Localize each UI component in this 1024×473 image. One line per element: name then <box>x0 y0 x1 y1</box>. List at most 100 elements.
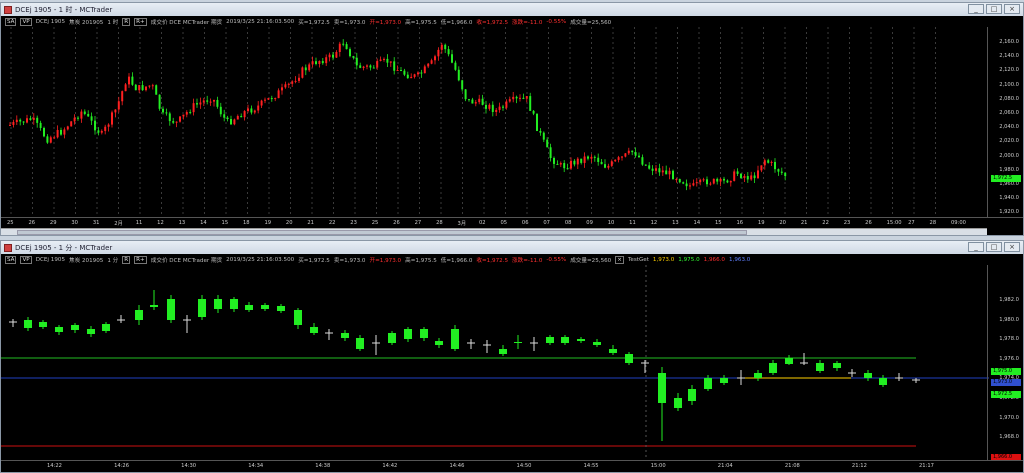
bottom-candle-body <box>198 299 206 317</box>
top-candle-body <box>532 110 535 114</box>
top-candle-body <box>661 170 664 173</box>
bottom-x-tick: 14:30 <box>181 463 197 469</box>
top-candle-body <box>763 160 766 166</box>
top-candle-body <box>461 80 464 90</box>
top-candle-body <box>29 118 32 120</box>
top-candle-body <box>420 72 423 74</box>
bottom-y-tick: 1,976.0 <box>999 355 1019 362</box>
top-candle-body <box>536 113 538 131</box>
period-label: 1 时 <box>107 19 119 26</box>
rplus-button[interactable]: R+ <box>134 17 147 26</box>
top-candle-body <box>148 85 151 87</box>
top-candle-body <box>257 105 260 111</box>
top-candle-body <box>325 57 328 64</box>
top-x-tick: 14 <box>200 220 207 226</box>
bottom-price-axis[interactable]: 1,982.01,980.01,978.01,976.01,974.01,972… <box>987 265 1023 461</box>
top-scrollbar[interactable] <box>1 228 987 235</box>
top-candle-body <box>430 60 433 64</box>
bottom-candle-body <box>833 363 841 368</box>
top-candle-body <box>617 157 620 160</box>
vp-tag[interactable]: VP <box>20 255 32 264</box>
bottom-candles[interactable] <box>1 265 989 460</box>
bottom-x-tick: 14:42 <box>382 463 398 469</box>
top-candles[interactable] <box>1 27 989 217</box>
scrollbar-thumb[interactable] <box>17 230 747 235</box>
top-candle-body <box>641 157 644 165</box>
maximize-button[interactable]: □ <box>986 242 1002 252</box>
top-candle-body <box>644 164 647 166</box>
r-button[interactable]: R <box>122 17 131 26</box>
sa-tag[interactable]: SA <box>5 255 17 264</box>
top-candle-body <box>301 67 304 78</box>
top-last-price-tag: 1,972.5 <box>991 175 1021 182</box>
bottom-time-axis[interactable]: 14:22 14:26 14:30 14:34 14:38 14:42 14:46 14:50… <box>1 460 1023 472</box>
top-x-tick: 20 <box>285 220 293 226</box>
top-x-tick: 31 <box>92 220 100 226</box>
top-candle-body <box>750 175 753 180</box>
top-x-tick: 26 <box>865 220 872 226</box>
close-button[interactable]: × <box>1004 242 1020 252</box>
top-candle-body <box>15 119 18 123</box>
top-candle-body <box>396 70 399 72</box>
top-candle-body <box>100 130 103 133</box>
top-candle-body <box>236 116 239 120</box>
bottom-candle-body <box>310 327 318 333</box>
study-value-3: 1,966.0 <box>703 256 725 263</box>
top-candle-body <box>128 76 130 85</box>
close-button[interactable]: × <box>1004 4 1020 14</box>
top-candle-body <box>389 61 392 63</box>
top-candle-body <box>624 153 627 157</box>
top-candle-body <box>444 44 447 50</box>
top-candle-body <box>308 64 311 71</box>
bottom-candle-body <box>499 349 507 354</box>
open-price: 开=1,973.0 <box>369 257 402 264</box>
top-candle-body <box>311 61 314 65</box>
rplus-button[interactable]: R+ <box>134 255 147 264</box>
minimize-button[interactable]: _ <box>968 242 984 252</box>
bottom-candle-body <box>879 378 887 385</box>
high-price: 高=1,975.5 <box>405 257 437 264</box>
top-candle-body <box>223 114 226 118</box>
low-price: 低=1,966.0 <box>440 19 473 26</box>
top-x-tick: 02 <box>479 220 486 226</box>
bottom-x-tick: 14:50 <box>516 463 532 469</box>
top-candle-body <box>498 106 501 110</box>
top-candle-body <box>760 165 763 171</box>
top-candle-body <box>556 163 559 165</box>
bottom-candle-body <box>658 373 666 403</box>
top-candle-body <box>658 168 661 173</box>
top-candle-body <box>587 156 589 159</box>
top-price-axis[interactable]: 2,160.0 2,140.0 2,120.0 2,100.0 2,080.0 2,060… <box>987 27 1023 217</box>
bottom-x-tick: 14:34 <box>248 463 264 469</box>
top-candle-body <box>158 94 161 109</box>
top-y-tick: 2,020.0 <box>999 138 1019 145</box>
top-candle-body <box>457 69 460 81</box>
top-x-tick: 28 <box>929 220 937 226</box>
bottom-candle-body <box>341 333 349 338</box>
study-close-icon[interactable]: × <box>615 255 624 264</box>
bottom-titlebar[interactable]: DCEj 1905 - 1 分 - MCTrader _ □ × <box>1 241 1023 254</box>
top-x-tick: 11 <box>135 220 143 226</box>
bottom-candle-body <box>277 306 285 311</box>
top-candle-body <box>566 168 569 170</box>
bottom-plot-area[interactable] <box>1 265 989 460</box>
top-candle-body <box>508 99 511 102</box>
close-price: 收=1,972.5 <box>476 257 509 264</box>
sa-tag[interactable]: SA <box>5 17 17 26</box>
top-x-tick: 21 <box>307 220 314 226</box>
study-name: TestGet <box>627 256 649 263</box>
top-x-tick: 22 <box>822 220 829 226</box>
top-candle-body <box>746 176 749 180</box>
r-button[interactable]: R <box>122 255 131 264</box>
minimize-button[interactable]: _ <box>968 4 984 14</box>
bottom-x-tick: 14:55 <box>583 463 599 469</box>
top-titlebar[interactable]: DCEj 1905 - 1 时 - MCTrader _ □ × <box>1 3 1023 16</box>
bottom-candle-body <box>785 358 793 364</box>
vp-tag[interactable]: VP <box>20 17 32 26</box>
maximize-button[interactable]: □ <box>986 4 1002 14</box>
period-label: 1 分 <box>107 257 119 264</box>
top-candle-body <box>240 116 243 118</box>
top-plot-area[interactable] <box>1 27 989 217</box>
bottom-candle-body <box>356 338 364 349</box>
top-candle-body <box>559 163 562 165</box>
